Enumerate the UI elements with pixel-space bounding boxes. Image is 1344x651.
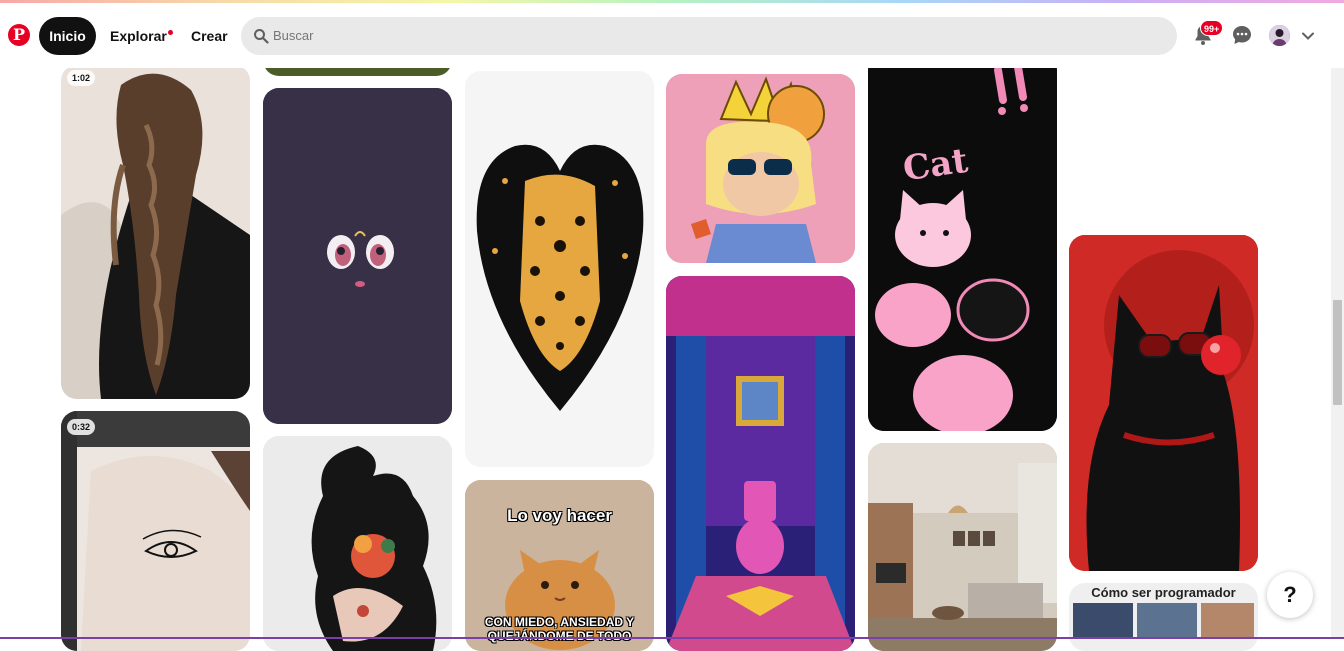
pin-programmer-meme[interactable]: Cómo ser programador (1069, 583, 1258, 651)
video-duration-badge: 1:02 (67, 70, 96, 86)
pin-image (263, 436, 452, 651)
avatar[interactable] (1269, 25, 1290, 46)
chevron-down-icon[interactable] (1301, 29, 1315, 43)
meme-top-text: Lo voy hacer (507, 506, 612, 525)
pin-image (61, 411, 250, 651)
search-input[interactable]: Buscar (241, 17, 1177, 55)
pin-image (868, 443, 1057, 651)
pin-living-room[interactable] (868, 443, 1057, 651)
nav-create-button[interactable]: Crear (177, 17, 242, 55)
nav-explore-label: Explorar (110, 28, 167, 44)
top-navigation: P Inicio Explorar Crear Buscar 99+ (0, 3, 1344, 68)
pin-image (666, 276, 855, 651)
pin-image (465, 71, 654, 467)
pin-cat-meme[interactable]: Lo voy hacer CON MIEDO, ANSIEDAD Y QUEJÁ… (465, 480, 654, 651)
pin-cat-moon-face[interactable] (263, 88, 452, 424)
pin-image (868, 55, 1057, 431)
chat-icon[interactable] (1230, 23, 1254, 47)
nav-explore-button[interactable]: Explorar (96, 17, 181, 55)
video-duration-badge: 0:32 (67, 419, 96, 435)
meme-caption: Cómo ser programador (1091, 585, 1236, 600)
pin-crowned-kid-cartoon[interactable] (666, 74, 855, 263)
pin-braid-hair-video[interactable]: 1:02 (61, 65, 250, 399)
pin-pink-bathroom[interactable] (666, 276, 855, 651)
search-placeholder: Buscar (273, 28, 314, 43)
notifications-badge: 99+ (1200, 20, 1224, 36)
pin-black-cat-red-glasses[interactable] (1069, 235, 1258, 571)
pin-image (666, 74, 855, 263)
pinterest-logo-icon[interactable]: P (8, 24, 30, 46)
pin-leopard-heart[interactable] (465, 71, 654, 467)
scrollbar-thumb[interactable] (1333, 300, 1342, 405)
pin-tattoo-cat-woman[interactable] (263, 436, 452, 651)
meme-panel-3 (1201, 603, 1254, 639)
notification-dot (167, 30, 173, 35)
help-button[interactable]: ? (1267, 572, 1313, 618)
pin-photoshop-eye-tutorial[interactable]: 0:32 (61, 411, 250, 651)
pin-image (263, 88, 452, 424)
nav-home-button[interactable]: Inicio (39, 17, 96, 55)
pin-pink-cats-poster[interactable]: Cat (868, 55, 1057, 431)
search-icon (254, 29, 269, 44)
pin-image (1069, 235, 1258, 571)
pin-image (61, 65, 250, 399)
meme-panel-1 (1073, 603, 1133, 639)
meme-panel-2 (1137, 603, 1197, 639)
